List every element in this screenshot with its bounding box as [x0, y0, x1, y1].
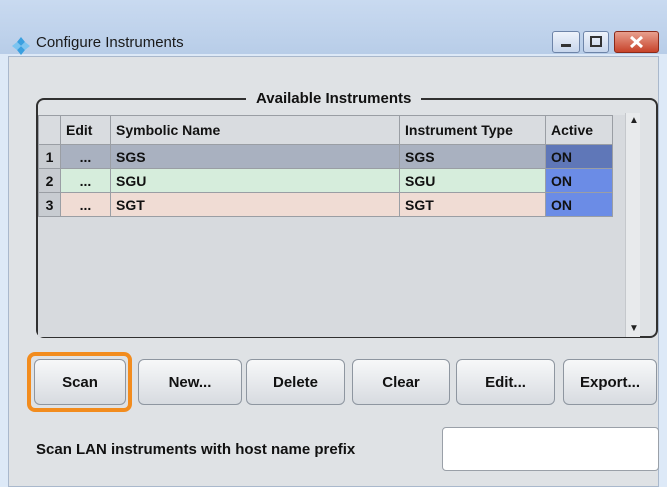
row-number: 1: [38, 144, 61, 169]
active-cell[interactable]: ON: [545, 144, 613, 169]
column-header-symbolic-name[interactable]: Symbolic Name: [110, 115, 400, 145]
minimize-icon: [561, 44, 571, 47]
delete-button[interactable]: Delete: [246, 359, 345, 405]
configure-instruments-window: Configure Instruments Available Instrume…: [0, 0, 667, 487]
scroll-down-icon[interactable]: ▼: [629, 323, 639, 334]
app-icon: [12, 37, 30, 55]
window-title: Configure Instruments: [36, 34, 184, 51]
row-number: 2: [38, 168, 61, 193]
host-prefix-input[interactable]: [442, 427, 659, 471]
export-button[interactable]: Export...: [563, 359, 657, 405]
host-prefix-label: Scan LAN instruments with host name pref…: [36, 441, 356, 458]
column-header-index: [38, 115, 61, 145]
active-cell[interactable]: ON: [545, 192, 613, 217]
close-icon: [629, 35, 644, 49]
table-row[interactable]: 1 ... SGS SGS ON: [38, 144, 613, 169]
row-edit-cell[interactable]: ...: [60, 144, 111, 169]
scan-button[interactable]: Scan: [34, 359, 126, 405]
table-row[interactable]: 3 ... SGT SGT ON: [38, 192, 613, 217]
group-title: Available Instruments: [246, 90, 422, 107]
row-edit-cell[interactable]: ...: [60, 192, 111, 217]
row-edit-cell[interactable]: ...: [60, 168, 111, 193]
symbolic-name-cell[interactable]: SGU: [110, 168, 400, 193]
edit-button[interactable]: Edit...: [456, 359, 555, 405]
column-header-active[interactable]: Active: [545, 115, 613, 145]
close-button[interactable]: [614, 31, 659, 53]
instrument-type-cell[interactable]: SGU: [399, 168, 546, 193]
column-header-instrument-type[interactable]: Instrument Type: [399, 115, 546, 145]
instrument-type-cell[interactable]: SGS: [399, 144, 546, 169]
scroll-up-icon[interactable]: ▲: [629, 115, 639, 126]
new-button[interactable]: New...: [138, 359, 242, 405]
column-header-edit[interactable]: Edit: [60, 115, 111, 145]
table-header-row: Edit Symbolic Name Instrument Type Activ…: [38, 115, 613, 145]
instrument-type-cell[interactable]: SGT: [399, 192, 546, 217]
symbolic-name-cell[interactable]: SGT: [110, 192, 400, 217]
instruments-table: Edit Symbolic Name Instrument Type Activ…: [38, 115, 625, 337]
title-bar[interactable]: Configure Instruments: [0, 0, 667, 55]
maximize-button[interactable]: [583, 31, 609, 53]
maximize-icon: [590, 36, 602, 47]
clear-button[interactable]: Clear: [352, 359, 450, 405]
table-row[interactable]: 2 ... SGU SGU ON: [38, 168, 613, 193]
active-cell[interactable]: ON: [545, 168, 613, 193]
table-scrollbar[interactable]: ▲ ▼: [625, 113, 640, 337]
minimize-button[interactable]: [552, 31, 580, 53]
row-number: 3: [38, 192, 61, 217]
symbolic-name-cell[interactable]: SGS: [110, 144, 400, 169]
